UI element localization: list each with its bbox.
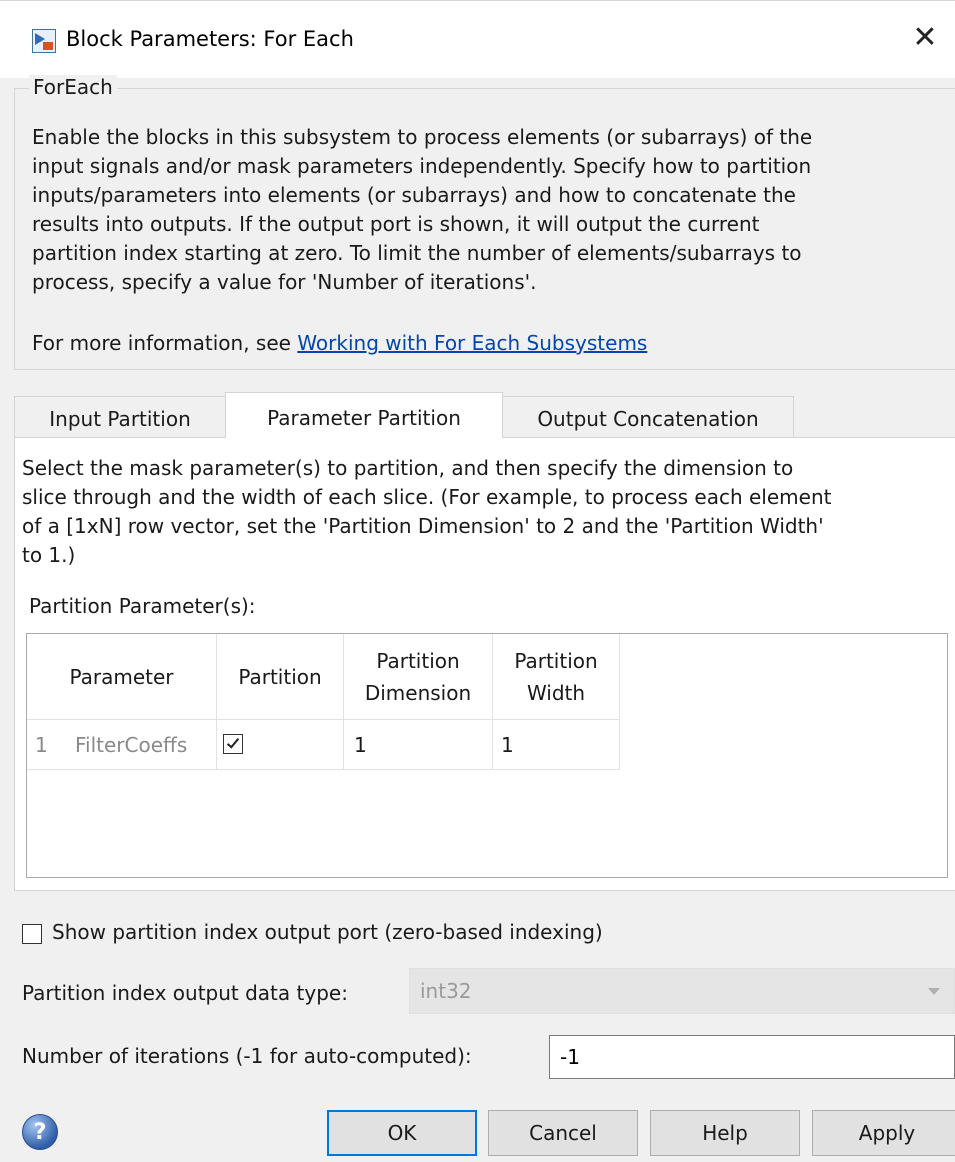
- help-button[interactable]: Help: [650, 1110, 800, 1156]
- window-title: Block Parameters: For Each: [66, 27, 354, 51]
- column-header-width: Partition Width: [493, 634, 620, 720]
- checkbox-empty-icon[interactable]: [22, 923, 42, 944]
- more-info-text: For more information, see: [32, 331, 291, 355]
- cancel-button[interactable]: Cancel: [488, 1110, 638, 1156]
- group-legend: ForEach: [29, 75, 117, 99]
- tab-output-concatenation[interactable]: Output Concatenation: [502, 396, 794, 438]
- parameter-partition-panel: Select the mask parameter(s) to partitio…: [14, 437, 955, 891]
- row-dimension[interactable]: 1: [344, 720, 493, 770]
- iterations-label: Number of iterations (-1 for auto-comput…: [22, 1044, 472, 1068]
- row-partition-cell[interactable]: [217, 720, 344, 770]
- table-label: Partition Parameter(s):: [29, 594, 256, 618]
- simulink-block-icon: [32, 29, 56, 53]
- apply-button[interactable]: Apply: [812, 1110, 955, 1156]
- partition-table: Parameter Partition Partition Dimension …: [26, 633, 948, 878]
- show-index-port-option[interactable]: Show partition index output port (zero-b…: [22, 920, 603, 944]
- row-parameter: FilterCoeffs: [75, 733, 188, 757]
- panel-description: Select the mask parameter(s) to partitio…: [22, 456, 832, 567]
- row-width[interactable]: 1: [493, 720, 620, 770]
- dropdown-arrow-icon: [928, 988, 940, 995]
- ok-button[interactable]: OK: [327, 1110, 477, 1156]
- table-row: 1 FilterCoeffs: [27, 720, 217, 770]
- column-header-dimension: Partition Dimension: [344, 634, 493, 720]
- checkbox-checked-icon[interactable]: [223, 734, 243, 754]
- dtype-value: int32: [420, 979, 472, 1003]
- more-info: For more information, see Working with F…: [32, 331, 647, 355]
- block-description: Enable the blocks in this subsystem to p…: [32, 125, 813, 294]
- column-header-parameter: Parameter: [27, 634, 217, 720]
- iterations-input[interactable]: -1: [549, 1035, 955, 1079]
- doc-link[interactable]: Working with For Each Subsystems: [297, 331, 647, 355]
- help-question-icon[interactable]: ?: [22, 1114, 58, 1150]
- show-index-port-label: Show partition index output port (zero-b…: [52, 920, 603, 944]
- tab-input-partition[interactable]: Input Partition: [14, 396, 226, 438]
- dtype-select[interactable]: int32: [409, 968, 955, 1014]
- dtype-label: Partition index output data type:: [22, 981, 348, 1005]
- column-header-partition: Partition: [217, 634, 344, 720]
- row-index: 1: [35, 733, 48, 757]
- close-icon[interactable]: ✕: [905, 21, 945, 55]
- title-bar: Block Parameters: For Each ✕: [0, 0, 955, 78]
- tab-parameter-partition[interactable]: Parameter Partition: [225, 392, 503, 438]
